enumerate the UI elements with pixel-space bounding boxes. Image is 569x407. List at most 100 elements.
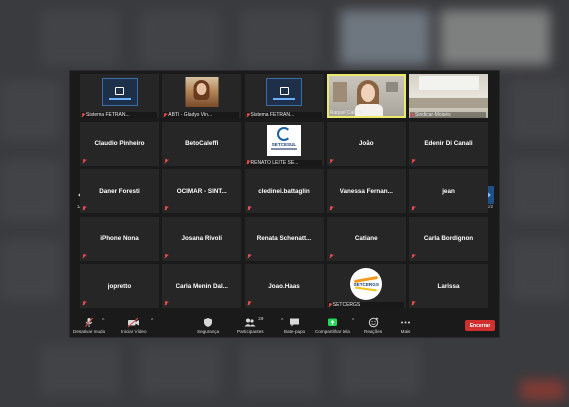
muted-mic-icon bbox=[410, 112, 414, 118]
setcesul-logo-image: SETCESUL bbox=[267, 124, 301, 156]
participant-name: cledinei.battaglin bbox=[258, 187, 310, 195]
participant-tile[interactable]: Renata Schenatt... bbox=[244, 216, 324, 261]
participant-tile[interactable]: Sistema FETRAN... bbox=[244, 74, 324, 118]
profile-photo bbox=[185, 77, 219, 107]
muted-mic-icon bbox=[329, 206, 333, 211]
lock-icon bbox=[115, 86, 124, 95]
participant-tile[interactable]: Vanessa Fernan... bbox=[326, 169, 406, 213]
participant-tile[interactable]: Josana Rivoli bbox=[162, 216, 242, 261]
participant-name: Carla Bordignon bbox=[423, 235, 474, 242]
participant-tile[interactable]: OCIMAR - SINT... bbox=[162, 169, 242, 213]
muted-mic-icon bbox=[328, 302, 332, 308]
participant-tile[interactable]: Sistema FETRAN... bbox=[80, 74, 159, 118]
muted-mic-icon bbox=[411, 301, 415, 306]
share-screen-button[interactable]: Compartilhar tela bbox=[315, 317, 350, 334]
participant-tile[interactable]: jean bbox=[409, 169, 488, 213]
participant-tile[interactable]: SETCESUL RENATO LEITE SE... bbox=[244, 121, 324, 166]
participant-caption: Raquel Caleffi bbox=[329, 110, 362, 116]
participant-name: OCIMAR - SINT... bbox=[176, 187, 227, 195]
participant-tile[interactable]: Daner Foresti bbox=[80, 169, 159, 213]
start-video-button[interactable]: Iniciar Vídeo bbox=[121, 317, 147, 334]
participant-name: Catiane bbox=[354, 235, 378, 242]
muted-mic-icon bbox=[164, 253, 168, 259]
participant-tile[interactable]: Joao.Haas bbox=[244, 264, 324, 308]
participant-tile[interactable]: jopretto bbox=[80, 264, 159, 308]
muted-mic-icon bbox=[81, 112, 85, 118]
reactions-button[interactable]: Reações bbox=[364, 317, 382, 334]
more-button[interactable]: Mais bbox=[400, 317, 411, 334]
participant-name: Larissa bbox=[437, 282, 460, 290]
muted-mic-icon bbox=[247, 253, 251, 259]
muted-mic-icon bbox=[164, 206, 168, 211]
participant-caption: Sistema FETRAN... bbox=[250, 112, 295, 118]
participant-caption: ABTI - Gladys Vin... bbox=[168, 112, 213, 118]
end-meeting-button[interactable]: Encerrar bbox=[465, 320, 495, 331]
participant-tile[interactable]: Larissa bbox=[409, 264, 488, 308]
unmute-button[interactable]: Desativar mudo bbox=[73, 317, 105, 334]
chat-label: Bate-papo bbox=[284, 329, 306, 334]
muted-mic-icon bbox=[247, 301, 251, 306]
participant-name: Vanessa Fernan... bbox=[339, 187, 393, 195]
video-off-icon bbox=[127, 317, 140, 328]
participant-tile[interactable]: João bbox=[326, 121, 406, 166]
participant-caption: RENATO LEITE SE... bbox=[250, 159, 299, 166]
muted-mic-icon bbox=[246, 160, 250, 165]
participant-name: Daner Foresti bbox=[99, 187, 140, 195]
participant-tile[interactable]: ABTI - Gladys Vin... bbox=[162, 74, 242, 118]
start-video-label: Iniciar Vídeo bbox=[121, 329, 147, 334]
fetran-logo-image bbox=[266, 78, 302, 106]
muted-mic-icon bbox=[329, 253, 333, 259]
meeting-toolbar: Desativar mudo ^ Iniciar Vídeo ^ Seguran… bbox=[70, 315, 499, 337]
participant-caption: SETCERGS bbox=[332, 302, 361, 308]
participant-name: iPhone Nona bbox=[100, 235, 139, 242]
share-options-caret[interactable]: ^ bbox=[352, 318, 354, 324]
participant-tile[interactable]: BetoCaleffi bbox=[162, 121, 242, 166]
participant-tile[interactable]: Carla Menin Dal... bbox=[162, 264, 242, 308]
participant-tile[interactable]: Claudio Pinheiro bbox=[80, 121, 159, 166]
muted-mic-icon bbox=[82, 206, 86, 211]
security-label: Segurança bbox=[197, 329, 220, 334]
participant-caption: Sistema FETRAN... bbox=[86, 112, 130, 118]
participant-tile[interactable]: Carla Bordignon bbox=[409, 216, 488, 261]
participant-tile[interactable]: Sindicar-Moisés bbox=[409, 74, 488, 118]
audio-options-caret[interactable]: ^ bbox=[102, 318, 104, 324]
participants-button[interactable]: 29 Participantes bbox=[237, 316, 264, 334]
share-screen-icon bbox=[327, 317, 338, 328]
participant-tile[interactable]: Catiane bbox=[326, 216, 406, 261]
unmute-label: Desativar mudo bbox=[73, 329, 106, 334]
fetran-logo-image bbox=[101, 78, 138, 106]
participant-name: João bbox=[358, 140, 374, 147]
participant-tile[interactable]: cledinei.battaglin bbox=[244, 169, 324, 213]
security-button[interactable]: Segurança bbox=[197, 317, 219, 334]
muted-mic-icon bbox=[82, 158, 86, 164]
muted-mic-icon bbox=[246, 112, 250, 118]
participants-icon: 29 bbox=[244, 316, 263, 328]
participant-name: Edenir Di Canali bbox=[424, 140, 473, 147]
participants-label: Participantes bbox=[237, 329, 264, 334]
active-speaker-tile[interactable]: Raquel Caleffi bbox=[326, 74, 406, 118]
participant-tile[interactable]: Edenir Di Canali bbox=[409, 121, 488, 166]
participant-name: Carla Menin Dal... bbox=[175, 282, 229, 290]
muted-mic-icon bbox=[411, 206, 415, 211]
chat-bubble-icon bbox=[289, 317, 300, 328]
participants-options-caret[interactable]: ^ bbox=[281, 318, 283, 324]
muted-mic-icon bbox=[82, 253, 86, 259]
lock-icon bbox=[279, 86, 289, 95]
participant-caption: Sindicar-Moisés bbox=[415, 112, 451, 118]
participant-name: jean bbox=[442, 187, 455, 195]
participant-name: jopretto bbox=[107, 282, 132, 290]
more-label: Mais bbox=[400, 329, 411, 334]
zoom-meeting-window: ✋ 1/2 1/2 Sistema FETRAN... ABTI - Glady… bbox=[69, 70, 500, 338]
participant-tile[interactable]: SETCERGS SETCERGS bbox=[326, 264, 406, 308]
muted-mic-icon bbox=[163, 112, 167, 118]
participant-name: Josana Rivoli bbox=[181, 235, 223, 242]
participant-name: Joao.Haas bbox=[268, 282, 300, 290]
gallery-grid: Sistema FETRAN... ABTI - Gladys Vin... S… bbox=[80, 74, 492, 312]
video-options-caret[interactable]: ^ bbox=[151, 318, 153, 324]
participant-name: BetoCaleffi bbox=[185, 140, 219, 147]
chat-button[interactable]: Bate-papo bbox=[284, 317, 305, 334]
participants-count: 29 bbox=[258, 316, 264, 321]
participant-tile[interactable]: iPhone Nona bbox=[80, 216, 159, 261]
shield-icon bbox=[203, 317, 213, 328]
logo-text: SETCESUL bbox=[271, 141, 297, 147]
